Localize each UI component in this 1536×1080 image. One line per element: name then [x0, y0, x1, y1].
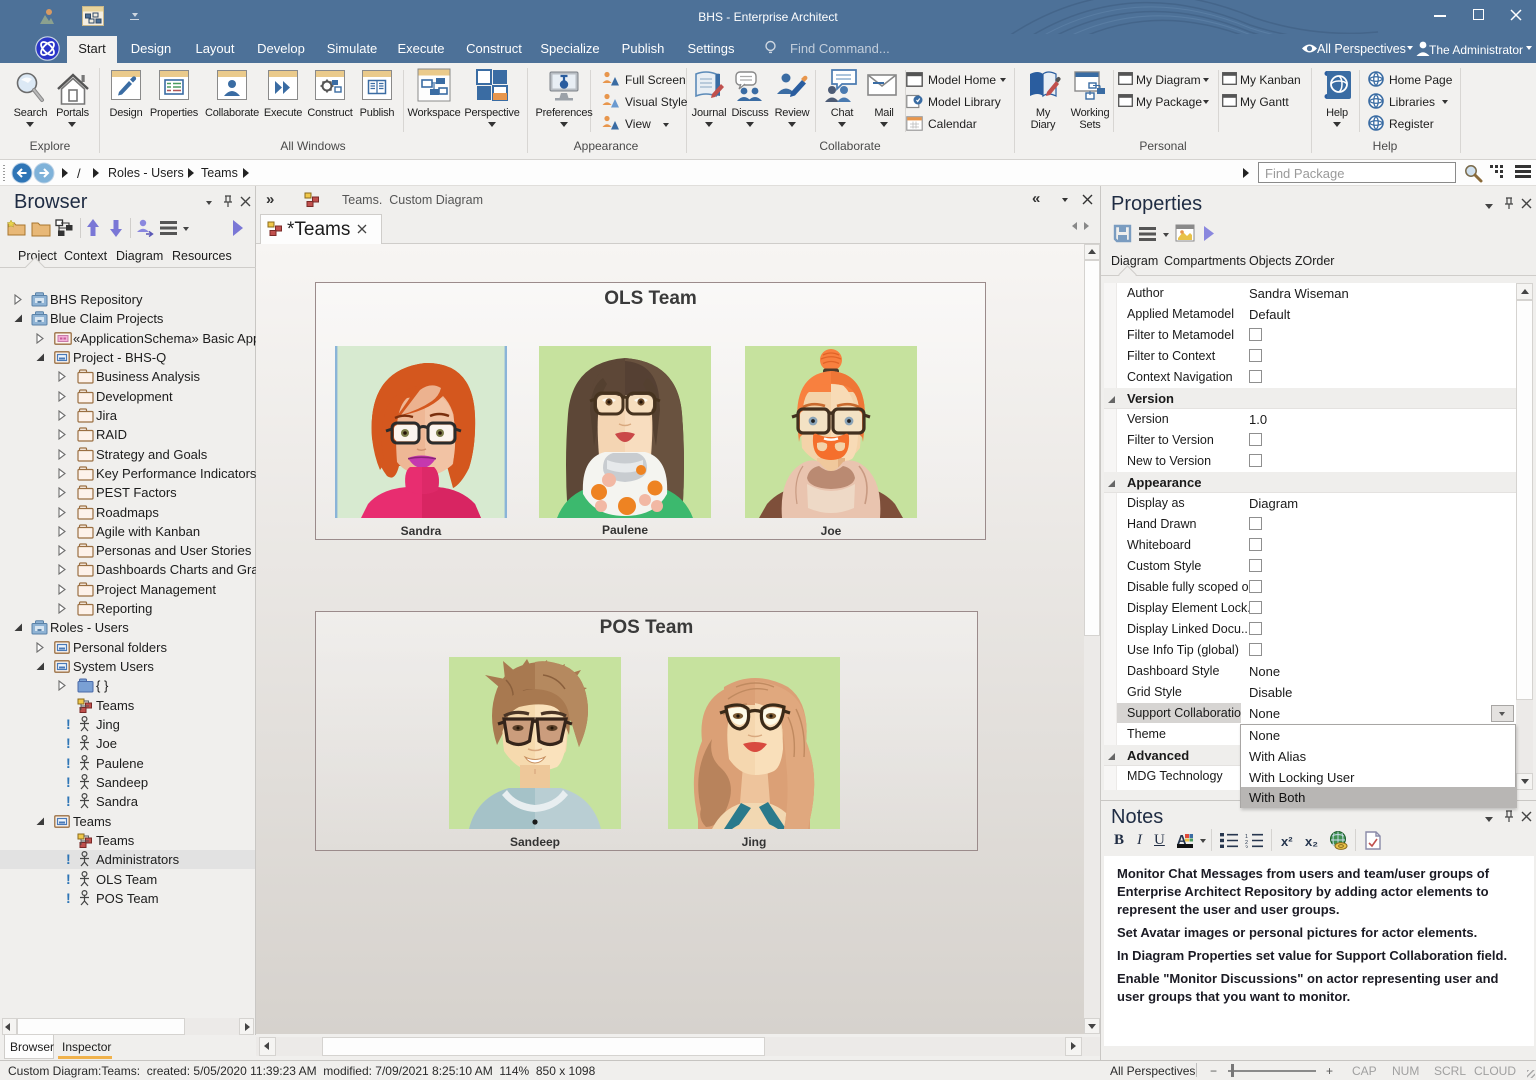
svg-text:3: 3 [1245, 846, 1248, 849]
